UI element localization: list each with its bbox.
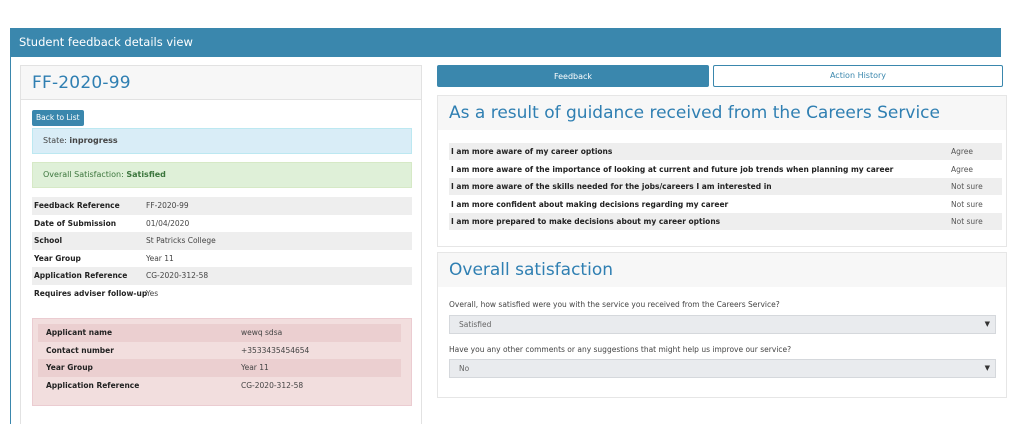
question-text: I am more aware of the skills needed for… [451, 182, 772, 191]
detail-label: School [34, 236, 63, 246]
detail-value: CG-2020-312-58 [146, 271, 209, 281]
table-row: Application Reference CG-2020-312-58 [38, 377, 401, 395]
feedback-summary-panel: FF-2020-99 Back to List State: inprogres… [20, 65, 422, 424]
applicant-value: Year 11 [241, 363, 269, 372]
table-row: I am more aware of the skills needed for… [449, 178, 1002, 196]
applicant-label: Application Reference [46, 380, 140, 390]
comments-select[interactable]: No ▼ [449, 359, 996, 378]
question-text: I am more prepared to make decisions abo… [451, 217, 721, 226]
page-title: Student feedback details view [19, 35, 193, 49]
back-to-list-button[interactable]: Back to List [32, 110, 84, 126]
page-left-border [10, 57, 11, 424]
question-text: I am more aware of my career options [451, 147, 613, 156]
guidance-table: I am more aware of my career options Agr… [449, 143, 1002, 231]
table-row: Requires adviser follow-up Yes [32, 285, 412, 303]
answer-text: Agree [951, 147, 974, 156]
question-text: I am more confident about making decisio… [451, 199, 729, 209]
table-row: Applicant name wewq sdsa [38, 324, 401, 342]
detail-value: St Patricks College [146, 236, 216, 246]
guidance-heading: As a result of guidance received from th… [438, 96, 1006, 130]
table-row: I am more aware of my career options Agr… [449, 143, 1002, 161]
table-row: Year Group Year 11 [38, 359, 401, 377]
table-row: I am more aware of the importance of loo… [449, 161, 1002, 178]
detail-value: FF-2020-99 [146, 201, 189, 210]
satisfaction-question: Overall, how satisfied were you with the… [449, 300, 780, 309]
applicant-table: Applicant name wewq sdsa Contact number … [38, 324, 401, 394]
detail-label: Year Group [34, 253, 81, 263]
feedback-id-heading: FF-2020-99 [21, 66, 421, 100]
guidance-panel: As a result of guidance received from th… [437, 95, 1007, 247]
tab-action-history[interactable]: Action History [713, 65, 1003, 87]
table-row: School St Patricks College [32, 232, 412, 250]
applicant-label: Contact number [46, 345, 114, 355]
satisfaction-select-value: Satisfied [459, 320, 492, 329]
applicant-value: wewq sdsa [241, 328, 283, 337]
state-alert: State: inprogress [32, 128, 412, 154]
overall-satisfaction-panel: Overall satisfaction Overall, how satisf… [437, 252, 1007, 398]
chevron-down-icon: ▼ [984, 364, 990, 372]
question-text: I am more aware of the importance of loo… [451, 164, 894, 174]
comments-question: Have you any other comments or any sugge… [449, 345, 792, 354]
answer-text: Agree [951, 164, 974, 174]
table-row: Application Reference CG-2020-312-58 [32, 267, 412, 285]
table-row: I am more prepared to make decisions abo… [449, 213, 1002, 231]
detail-value: Yes [146, 288, 159, 298]
applicant-value: +3533435454654 [241, 345, 310, 355]
detail-label: Application Reference [34, 271, 128, 281]
satisfaction-select[interactable]: Satisfied ▼ [449, 315, 996, 334]
satisfaction-value: Satisfied [126, 170, 166, 179]
chevron-down-icon: ▼ [984, 320, 990, 328]
state-label: State: [43, 136, 67, 145]
applicant-label: Applicant name [46, 328, 113, 337]
detail-label: Feedback Reference [34, 201, 120, 210]
detail-value: 01/04/2020 [146, 218, 190, 228]
tab-feedback[interactable]: Feedback [437, 65, 709, 87]
detail-label: Requires adviser follow-up [34, 288, 148, 298]
state-value: inprogress [69, 136, 118, 145]
applicant-label: Year Group [46, 363, 93, 372]
answer-text: Not sure [951, 217, 983, 226]
overall-satisfaction-alert: Overall Satisfaction: Satisfied [32, 162, 412, 188]
satisfaction-label: Overall Satisfaction: [43, 170, 124, 179]
answer-text: Not sure [951, 199, 983, 209]
detail-label: Date of Submission [34, 218, 117, 228]
table-row: I am more confident about making decisio… [449, 196, 1002, 213]
answer-text: Not sure [951, 182, 983, 191]
feedback-details-table: Feedback Reference FF-2020-99 Date of Su… [32, 197, 412, 303]
overall-satisfaction-heading: Overall satisfaction [438, 253, 1006, 287]
table-row: Feedback Reference FF-2020-99 [32, 197, 412, 215]
table-row: Year Group Year 11 [32, 250, 412, 268]
page-header-bar: Student feedback details view [10, 28, 1001, 57]
comments-select-value: No [459, 364, 470, 373]
table-row: Date of Submission 01/04/2020 [32, 215, 412, 233]
detail-value: Year 11 [146, 253, 174, 263]
applicant-info-box: Applicant name wewq sdsa Contact number … [32, 318, 412, 406]
applicant-value: CG-2020-312-58 [241, 380, 304, 390]
table-row: Contact number +3533435454654 [38, 342, 401, 360]
